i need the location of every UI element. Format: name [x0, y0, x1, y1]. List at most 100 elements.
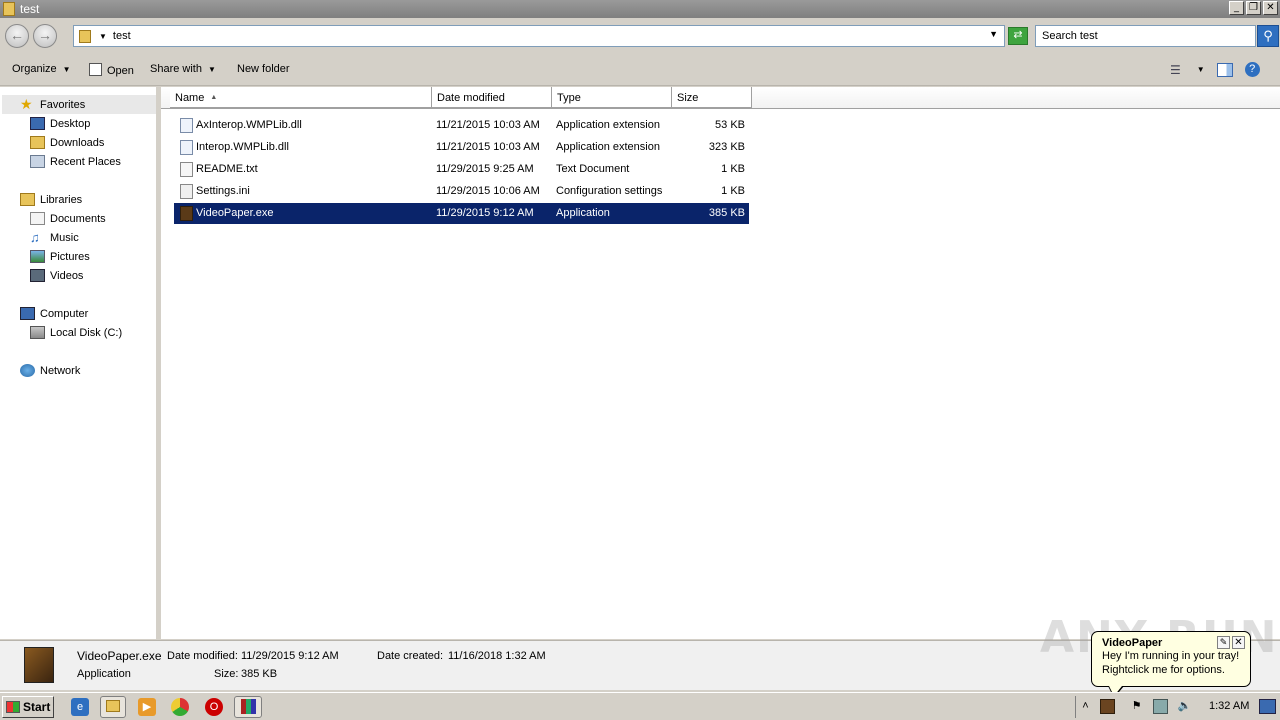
details-file-type: Application [77, 668, 131, 680]
start-button[interactable]: Start [2, 696, 54, 718]
chrome-icon[interactable] [171, 698, 189, 716]
file-row[interactable]: Settings.ini 11/29/2015 10:06 AM Configu… [174, 181, 749, 202]
taskbar: Start e ▶ O ˄ ⚑ 🔈 1:32 AM [0, 692, 1280, 720]
tray-divider [1075, 696, 1076, 718]
network-tray-icon[interactable] [1153, 699, 1168, 714]
forward-button[interactable]: → [33, 24, 57, 48]
details-date-modified: 11/29/2015 9:12 AM [241, 650, 339, 662]
breadcrumb-arrow-icon[interactable]: ▼ [99, 32, 107, 41]
open-button[interactable]: Open [89, 63, 134, 77]
folder-icon [3, 2, 15, 16]
new-folder-label: New folder [237, 63, 290, 75]
nav-label: Computer [40, 307, 89, 320]
file-size: 323 KB [708, 141, 745, 153]
file-row[interactable]: Interop.WMPLib.dll 11/21/2015 10:03 AM A… [174, 137, 749, 158]
nav-label: Network [40, 364, 81, 377]
file-size: 53 KB [715, 119, 745, 131]
media-player-icon[interactable]: ▶ [138, 698, 156, 716]
column-header-date-modified[interactable]: Date modified [432, 87, 552, 108]
windows-logo-icon [6, 701, 20, 713]
restore-button[interactable]: ❐ [1246, 1, 1261, 15]
action-center-flag-icon[interactable]: ⚑ [1129, 699, 1144, 714]
organize-button[interactable]: Organize ▼ [12, 63, 71, 75]
balloon-options-icon[interactable]: ✎ [1217, 636, 1230, 649]
address-dropdown-icon[interactable]: ▼ [989, 29, 998, 39]
file-date: 11/29/2015 9:12 AM [436, 207, 534, 219]
search-input[interactable]: Search test [1035, 25, 1256, 47]
videopaper-tray-icon[interactable] [1100, 699, 1115, 714]
details-size: 385 KB [241, 668, 278, 680]
internet-explorer-icon[interactable]: e [71, 698, 89, 716]
breadcrumb-test[interactable]: test [113, 30, 131, 42]
nav-music[interactable]: ♫ Music [30, 228, 79, 247]
view-options-icon[interactable]: ☰ [1170, 63, 1181, 77]
computer-icon [20, 307, 35, 320]
view-dropdown-icon[interactable]: ▼ [1197, 65, 1205, 74]
column-header-name[interactable]: Name ▲ [170, 87, 432, 108]
balloon-message-line-1: Hey I'm running in your tray! [1102, 650, 1240, 662]
nav-label: Videos [50, 269, 84, 282]
share-with-button[interactable]: Share with ▼ [150, 63, 216, 75]
details-file-name: VideoPaper.exe [77, 649, 162, 663]
file-size: 385 KB [708, 207, 745, 219]
nav-local-disk[interactable]: Local Disk (C:) [30, 323, 122, 342]
minimize-button[interactable]: _ [1229, 1, 1244, 15]
show-hidden-icons-icon[interactable]: ˄ [1078, 699, 1093, 714]
column-date-label: Date modified [437, 92, 505, 104]
file-type: Application extension [556, 119, 660, 131]
address-bar[interactable]: ▼ test ▼ [73, 25, 1005, 47]
show-desktop-icon[interactable] [1259, 699, 1276, 714]
nav-favorites[interactable]: ★ Favorites [2, 95, 156, 114]
open-label: Open [107, 65, 134, 77]
column-header-size[interactable]: Size [672, 87, 752, 108]
nav-label: Pictures [50, 250, 90, 263]
nav-videos[interactable]: Videos [30, 266, 83, 285]
nav-pictures[interactable]: Pictures [30, 247, 90, 266]
preview-pane-icon[interactable] [1216, 62, 1233, 77]
nav-network[interactable]: Network [20, 361, 80, 380]
balloon-close-button[interactable]: ✕ [1232, 636, 1245, 649]
nav-documents[interactable]: Documents [30, 209, 106, 228]
share-with-label: Share with [150, 63, 202, 75]
nav-recent-places[interactable]: Recent Places [30, 152, 121, 171]
search-icon[interactable]: ⚲ [1257, 25, 1279, 47]
file-name: Interop.WMPLib.dll [196, 141, 289, 153]
nav-libraries[interactable]: Libraries [20, 190, 82, 209]
column-type-label: Type [557, 92, 581, 104]
volume-icon[interactable]: 🔈 [1177, 699, 1192, 714]
dll-file-icon [180, 140, 193, 155]
file-row[interactable]: README.txt 11/29/2015 9:25 AM Text Docum… [174, 159, 749, 180]
file-row[interactable]: AxInterop.WMPLib.dll 11/21/2015 10:03 AM… [174, 115, 749, 136]
title-bar: test _ ❐ ✕ [0, 0, 1280, 18]
nav-desktop[interactable]: Desktop [30, 114, 90, 133]
new-folder-button[interactable]: New folder [237, 63, 290, 75]
star-icon: ★ [20, 96, 33, 112]
explorer-taskbar-button[interactable] [100, 696, 126, 718]
close-button[interactable]: ✕ [1263, 1, 1278, 15]
column-header-type[interactable]: Type [552, 87, 672, 108]
downloads-folder-icon [30, 136, 45, 149]
file-size: 1 KB [721, 163, 745, 175]
back-button[interactable]: ← [5, 24, 29, 48]
file-date: 11/21/2015 10:03 AM [436, 141, 540, 153]
column-size-label: Size [677, 92, 699, 104]
tray-balloon-notification[interactable]: VideoPaper Hey I'm running in your tray!… [1091, 631, 1251, 698]
network-icon [20, 364, 35, 377]
drive-icon [30, 326, 45, 339]
opera-icon[interactable]: O [205, 698, 223, 716]
nav-downloads[interactable]: Downloads [30, 133, 104, 152]
details-date-created: 11/16/2018 1:32 AM [448, 650, 546, 662]
refresh-button[interactable]: ⇄ [1008, 27, 1028, 45]
nav-computer[interactable]: Computer [20, 304, 88, 323]
winrar-taskbar-button[interactable] [234, 696, 262, 718]
details-date-created-label: Date created: [377, 650, 444, 662]
settings-file-icon [180, 184, 193, 199]
file-date: 11/29/2015 10:06 AM [436, 185, 540, 197]
details-size-label: Size: [214, 668, 239, 680]
taskbar-clock[interactable]: 1:32 AM [1209, 700, 1249, 712]
file-row-selected[interactable]: VideoPaper.exe 11/29/2015 9:12 AM Applic… [174, 203, 749, 224]
help-icon[interactable]: ? [1244, 62, 1260, 77]
nav-label: Documents [50, 212, 106, 225]
window-title: test [20, 2, 40, 16]
winrar-icon [240, 699, 256, 714]
